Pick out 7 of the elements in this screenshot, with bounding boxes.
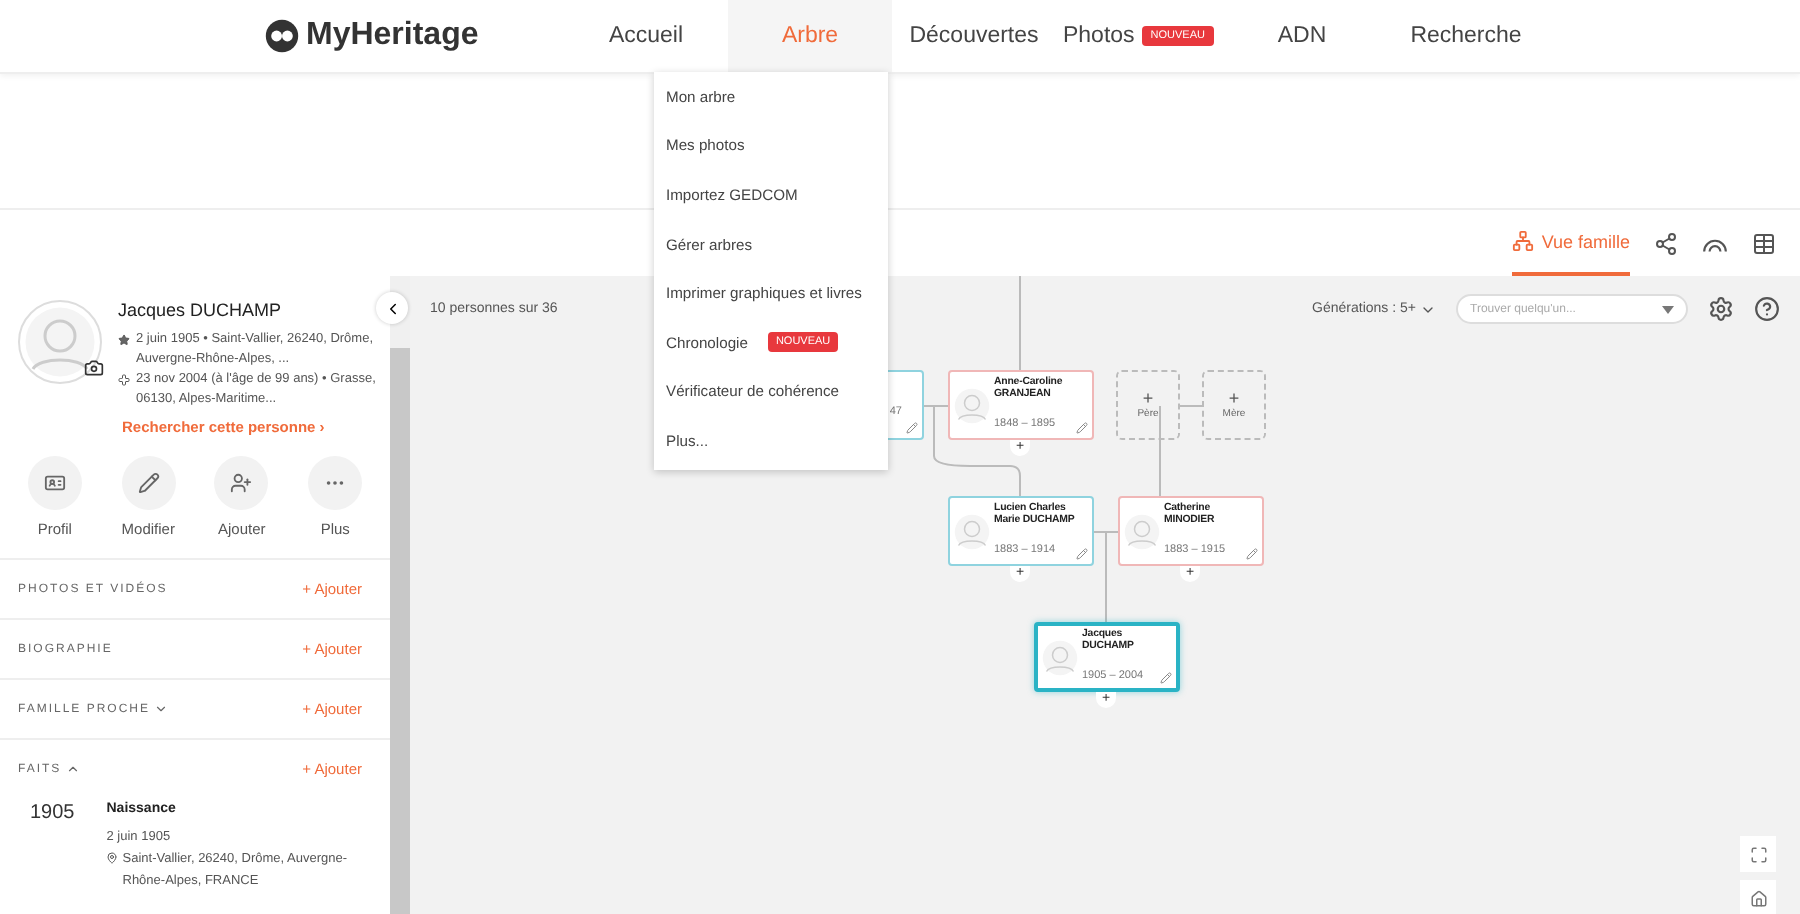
nav-tab[interactable]: ADN [1220, 0, 1384, 72]
fact-year: 1905 [30, 802, 75, 828]
nav-tab[interactable]: Recherche [1384, 0, 1548, 72]
person-name: Jacques DUCHAMP [118, 300, 284, 320]
logo-text[interactable]: MyHeritage [306, 18, 479, 54]
nav-tab[interactable]: Découvertes [892, 0, 1056, 72]
nav-tab[interactable]: Accueil [564, 0, 728, 72]
